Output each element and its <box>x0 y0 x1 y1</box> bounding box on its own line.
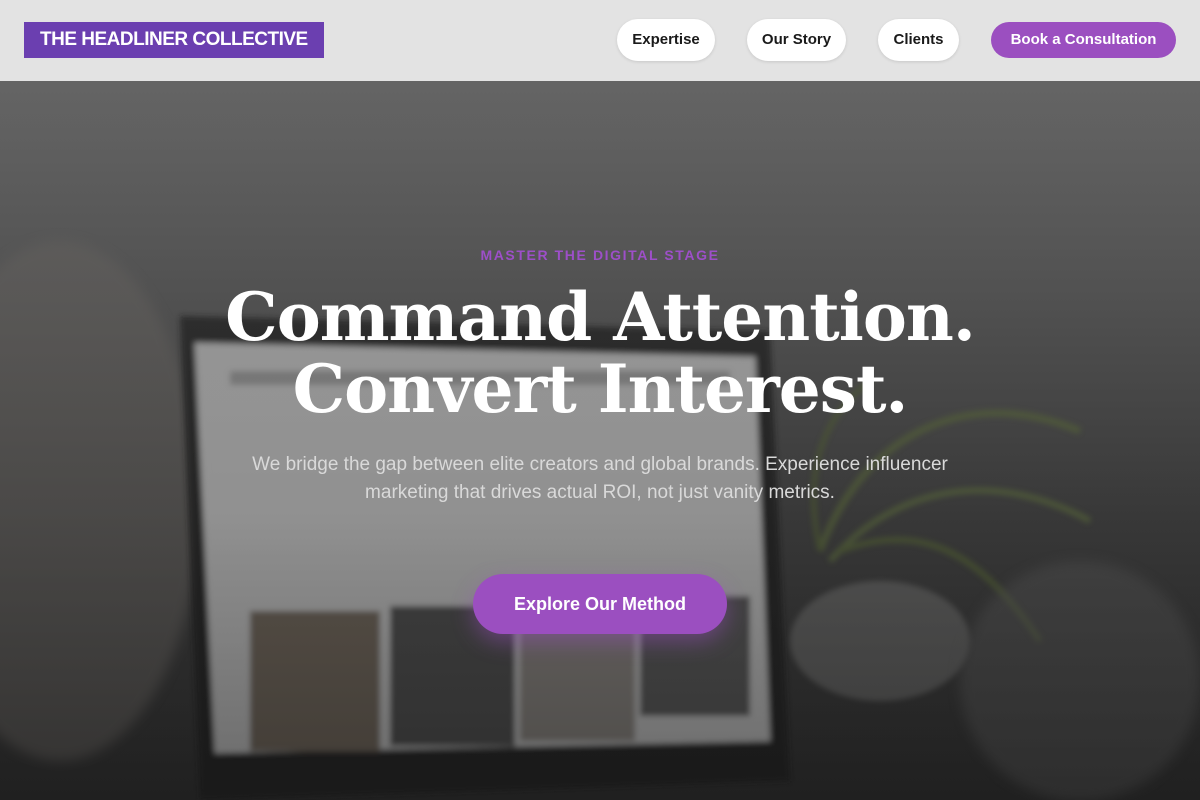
explore-method-button[interactable]: Explore Our Method <box>473 574 727 634</box>
hero-eyebrow: MASTER THE DIGITAL STAGE <box>480 247 720 263</box>
hero-subhead: We bridge the gap between elite creators… <box>252 454 948 503</box>
nav-link-expertise[interactable]: Expertise <box>617 19 715 61</box>
site-header: THE HEADLINER COLLECTIVE Expertise Our S… <box>0 0 1200 81</box>
hero-headline: Command Attention. Convert Interest. <box>0 281 1200 425</box>
hero-dark-overlay <box>0 81 1200 800</box>
site-logo[interactable]: THE HEADLINER COLLECTIVE <box>24 22 324 58</box>
hero-section: MASTER THE DIGITAL STAGE Command Attenti… <box>0 81 1200 800</box>
headline-line-2: Convert Interest. <box>292 350 909 428</box>
book-consultation-button[interactable]: Book a Consultation <box>991 22 1176 58</box>
nav-link-clients[interactable]: Clients <box>878 19 959 61</box>
headline-line-1: Command Attention. <box>225 278 976 356</box>
nav-link-our-story[interactable]: Our Story <box>747 19 846 61</box>
